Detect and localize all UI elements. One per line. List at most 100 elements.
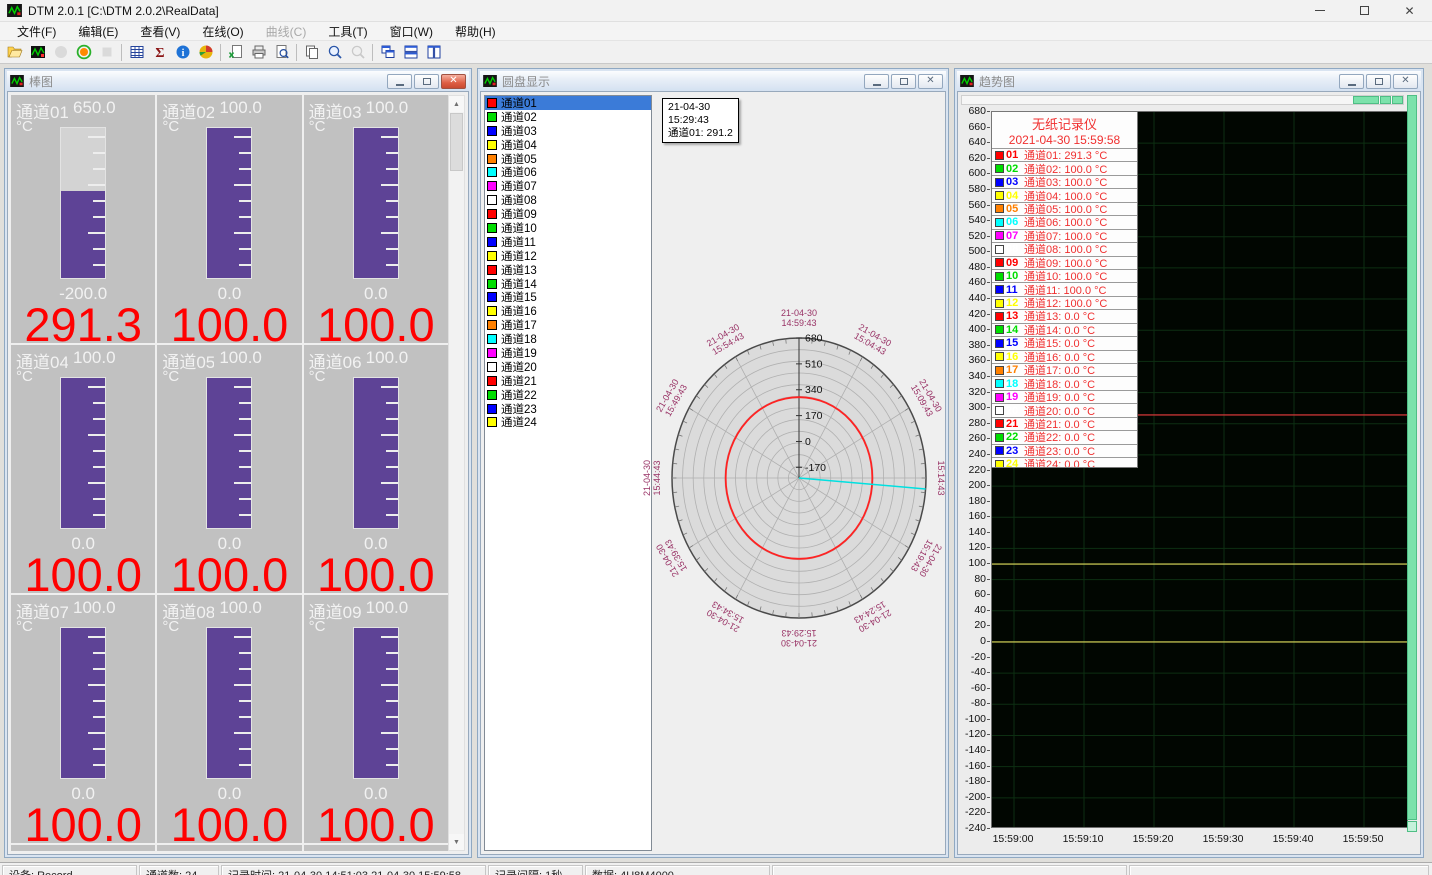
legend-color-swatch — [995, 191, 1004, 200]
scale-max: 100.0 — [366, 848, 409, 851]
menubar: 文件(F)编辑(E)查看(V)在线(O)曲线(C)工具(T)窗口(W)帮助(H) — [0, 22, 1432, 41]
menu-item-3[interactable]: 查看(V) — [129, 21, 191, 42]
svg-text:510: 510 — [805, 358, 823, 370]
legend-color-swatch — [995, 285, 1004, 294]
x-axis-label: 15:59:40 — [1263, 833, 1323, 845]
stop-icon — [95, 42, 118, 63]
legend-color-swatch — [995, 406, 1004, 415]
bar-window-titlebar[interactable]: 棒图 ✕ — [7, 71, 469, 91]
trend-window-titlebar[interactable]: 趋势图 ✕ — [957, 71, 1421, 91]
y-axis-label: -180 — [958, 775, 986, 787]
scale-max: 100.0 — [366, 598, 409, 623]
copy-icon[interactable] — [300, 42, 323, 63]
legend-channel-number: 13 — [1006, 310, 1024, 322]
disc-window-maximize-button[interactable] — [891, 74, 916, 89]
bar-cell-通道10: 通道10100.0°C0.0100.0 — [11, 845, 155, 851]
legend-color-swatch — [995, 151, 1004, 160]
scale-max: 100.0 — [366, 348, 409, 373]
trend-horizontal-scrollbar[interactable] — [961, 95, 1404, 105]
legend-channel-value: 通道24: 0.0 °C — [1024, 456, 1095, 468]
y-axis-label: 180 — [958, 495, 986, 507]
legend-color-swatch — [995, 460, 1004, 468]
disc-window-minimize-button[interactable] — [864, 74, 889, 89]
tile-horizontal-icon[interactable] — [399, 42, 422, 63]
channel-name: 通道11 — [162, 848, 214, 851]
scrollbar-thumb[interactable] — [450, 113, 463, 171]
y-axis-tick — [987, 298, 990, 299]
maximize-button[interactable] — [1342, 0, 1387, 22]
bar-gauge — [60, 377, 106, 529]
channel-value: 100.0 — [304, 797, 448, 843]
toolbar-separator — [220, 44, 221, 61]
legend-color-swatch — [995, 379, 1004, 388]
y-axis-label: 220 — [958, 464, 986, 476]
y-axis-label: 580 — [958, 183, 986, 195]
bar-window-scrollbar[interactable]: ▲ ▼ — [448, 95, 465, 851]
x-axis-label: 15:59:10 — [1053, 833, 1113, 845]
channel-name: 通道12 — [309, 848, 361, 851]
trend-vertical-scrollbar[interactable] — [1407, 95, 1417, 820]
trend-window-close-button[interactable]: ✕ — [1393, 74, 1418, 89]
svg-text:21-04-3015:09:43: 21-04-3015:09:43 — [909, 377, 944, 418]
y-axis-tick — [987, 501, 990, 502]
svg-text:340: 340 — [805, 384, 823, 396]
menu-item-8[interactable]: 帮助(H) — [444, 21, 507, 42]
print-preview-icon[interactable] — [270, 42, 293, 63]
y-axis-label: 300 — [958, 401, 986, 413]
bar-window-minimize-button[interactable] — [387, 74, 412, 89]
legend-channel-number: 23 — [1006, 445, 1024, 457]
zoom-icon[interactable] — [323, 42, 346, 63]
minimize-button[interactable] — [1297, 0, 1342, 22]
svg-text:680: 680 — [805, 333, 823, 345]
hscroll-button[interactable] — [1380, 96, 1391, 104]
y-axis-label: 400 — [958, 323, 986, 335]
bar-cell-通道02: 通道02100.0°C0.0100.0 — [157, 95, 301, 343]
disc-window-close-button[interactable]: ✕ — [918, 74, 943, 89]
pie-chart-icon[interactable] — [194, 42, 217, 63]
hscroll-button[interactable] — [1392, 96, 1403, 104]
print-icon[interactable] — [247, 42, 270, 63]
y-axis-label: 120 — [958, 541, 986, 553]
statistics-icon[interactable]: Σ — [148, 42, 171, 63]
cascade-windows-icon[interactable] — [376, 42, 399, 63]
data-table-icon[interactable] — [125, 42, 148, 63]
y-axis-tick — [987, 189, 990, 190]
y-axis-label: 0 — [958, 635, 986, 647]
scroll-down-icon[interactable]: ▼ — [449, 834, 464, 850]
info-icon[interactable]: i — [171, 42, 194, 63]
realtime-curve-icon[interactable] — [26, 42, 49, 63]
legend-color-swatch — [995, 366, 1004, 375]
y-axis-label: 500 — [958, 245, 986, 257]
legend-channel-number: 12 — [1006, 297, 1024, 309]
export-icon[interactable] — [224, 42, 247, 63]
legend-channel-number: 04 — [1006, 190, 1024, 202]
y-axis-label: 280 — [958, 417, 986, 429]
scale-max: 100.0 — [219, 848, 262, 851]
bar-window-maximize-button[interactable] — [414, 74, 439, 89]
close-button[interactable]: ✕ — [1387, 0, 1432, 22]
record-icon[interactable] — [72, 42, 95, 63]
trend-window-minimize-button[interactable] — [1339, 74, 1364, 89]
y-axis-label: 680 — [958, 105, 986, 117]
menu-item-7[interactable]: 窗口(W) — [379, 21, 444, 42]
channel-name: 通道10 — [16, 848, 68, 851]
y-axis-tick — [987, 657, 990, 658]
menu-item-6[interactable]: 工具(T) — [317, 21, 378, 42]
trend-scrollbar-cap[interactable] — [1407, 821, 1417, 832]
bar-window-close-button[interactable]: ✕ — [441, 74, 466, 89]
disc-window-titlebar[interactable]: 圆盘显示 ✕ — [480, 71, 946, 91]
y-axis-tick — [987, 641, 990, 642]
open-file-icon[interactable] — [3, 42, 26, 63]
scroll-up-icon[interactable]: ▲ — [449, 96, 464, 112]
menu-item-2[interactable]: 编辑(E) — [67, 21, 129, 42]
trend-window-maximize-button[interactable] — [1366, 74, 1391, 89]
y-axis-tick — [987, 485, 990, 486]
hscroll-thumb[interactable] — [1353, 96, 1379, 104]
bar-cell-grid: 通道01650.0°C-200.0291.3通道02100.0°C0.0100.… — [11, 95, 448, 851]
tile-vertical-icon[interactable] — [422, 42, 445, 63]
app-logo-icon — [7, 4, 22, 17]
menu-item-1[interactable]: 文件(F) — [6, 21, 67, 42]
legend-color-swatch — [995, 204, 1004, 213]
menu-item-4[interactable]: 在线(O) — [191, 21, 254, 42]
bar-cell-通道08: 通道08100.0°C0.0100.0 — [157, 595, 301, 843]
